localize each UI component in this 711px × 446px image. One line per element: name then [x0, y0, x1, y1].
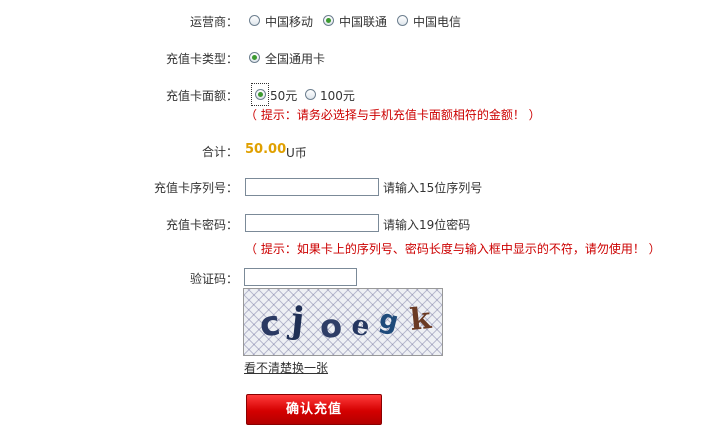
total-label: 合计： [201, 145, 238, 159]
captcha-char: o [319, 306, 344, 345]
card-type-label: 充值卡类型： [165, 52, 238, 66]
operator-option-mobile[interactable]: 中国移动 [265, 13, 313, 30]
captcha-image[interactable]: c j o e g k [243, 288, 443, 356]
captcha-char: e [349, 308, 372, 344]
radio-face-value-50[interactable] [255, 89, 266, 100]
serial-note: 请输入15位序列号 [383, 181, 483, 195]
operator-option-telecom[interactable]: 中国电信 [413, 13, 461, 30]
operator-label: 运营商： [189, 15, 238, 29]
radio-face-value-100[interactable] [305, 89, 316, 100]
captcha-label: 验证码： [189, 272, 238, 286]
total-amount: 50.00 [245, 142, 287, 157]
captcha-glyphs: c j o e g k [257, 299, 434, 346]
password-note: 请输入19位密码 [383, 218, 471, 232]
submit-button[interactable]: 确认充值 [246, 394, 382, 425]
radio-operator-unicom[interactable] [323, 15, 334, 26]
face-value-label: 充值卡面额： [165, 89, 238, 103]
face-value-option-100[interactable]: 100元 [320, 87, 355, 104]
total-unit: U币 [286, 146, 307, 160]
face-value-option-50[interactable]: 50元 [270, 87, 297, 104]
captcha-char: j [286, 299, 306, 342]
radio-operator-mobile[interactable] [249, 15, 260, 26]
radio-card-type-national[interactable] [249, 52, 260, 63]
serial-input[interactable] [245, 178, 379, 196]
card-type-option-national[interactable]: 全国通用卡 [265, 50, 325, 67]
captcha-refresh-link[interactable]: 看不清楚换一张 [244, 359, 328, 376]
serial-label: 充值卡序列号： [153, 181, 238, 195]
face-value-hint: （ 提示：请务必选择与手机充值卡面额相符的金额！ ） [245, 108, 541, 122]
radio-operator-telecom[interactable] [397, 15, 408, 26]
password-input[interactable] [245, 214, 379, 232]
password-hint: （ 提示：如果卡上的序列号、密码长度与输入框中显示的不符，请勿使用！ ） [245, 242, 661, 256]
captcha-char: c [257, 303, 283, 345]
captcha-input[interactable] [244, 268, 357, 286]
password-label: 充值卡密码： [165, 218, 238, 232]
operator-option-unicom[interactable]: 中国联通 [339, 13, 387, 30]
captcha-char: k [408, 301, 434, 338]
captcha-char: g [376, 304, 401, 338]
